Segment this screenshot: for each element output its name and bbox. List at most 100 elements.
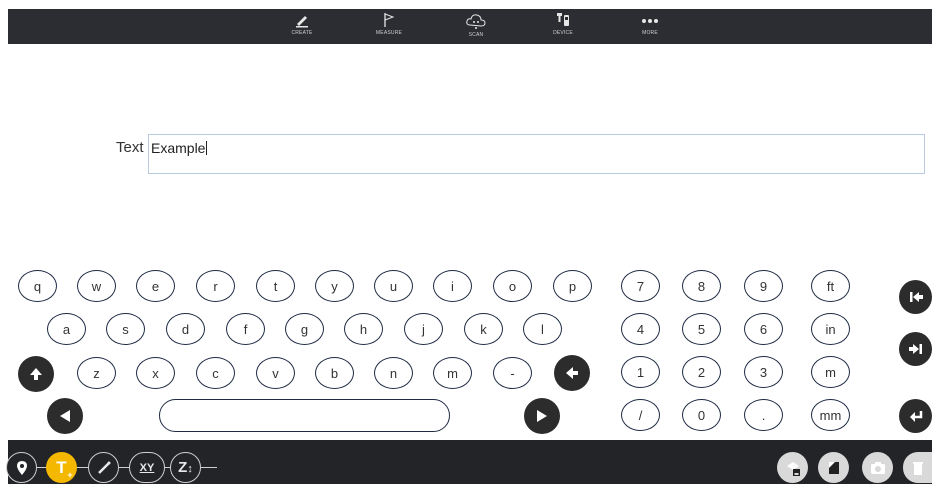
key-y[interactable]: y — [315, 270, 354, 302]
key-m-unit[interactable]: m — [811, 356, 850, 388]
plus-mark: + — [67, 469, 73, 480]
camera-button[interactable] — [862, 452, 893, 483]
key-5[interactable]: 5 — [682, 313, 721, 345]
key-2[interactable]: 2 — [682, 356, 721, 388]
key-u[interactable]: u — [374, 270, 413, 302]
toolbar-measure-label: MEASURE — [375, 30, 403, 36]
home-key[interactable] — [899, 280, 932, 314]
key-a[interactable]: a — [47, 313, 86, 345]
device-icon — [557, 13, 569, 26]
backspace-key[interactable] — [554, 355, 590, 391]
z-tool-button[interactable]: Z↕ — [170, 452, 201, 483]
note-icon — [828, 461, 839, 474]
text-cursor — [206, 141, 208, 155]
cursor-right-key[interactable] — [524, 398, 560, 434]
key-b[interactable]: b — [315, 357, 354, 389]
camera-icon — [870, 461, 885, 474]
shift-key[interactable] — [18, 356, 54, 392]
z-elevation-icon: Z↕ — [178, 459, 193, 476]
key-c[interactable]: c — [196, 357, 235, 389]
key-k[interactable]: k — [464, 313, 503, 345]
cursor-left-key[interactable] — [47, 398, 83, 434]
toolbar-create-label: CREATE — [291, 30, 313, 36]
key-8[interactable]: 8 — [682, 270, 721, 302]
key-h[interactable]: h — [344, 313, 383, 345]
more-icon — [642, 19, 658, 23]
key-r[interactable]: r — [196, 270, 235, 302]
key-q[interactable]: q — [18, 270, 57, 302]
key-p[interactable]: p — [553, 270, 592, 302]
enter-icon — [909, 411, 922, 422]
key-in[interactable]: in — [811, 313, 850, 345]
text-input-value: Example — [151, 140, 206, 156]
note-button[interactable] — [818, 452, 849, 483]
key-w[interactable]: w — [77, 270, 116, 302]
line-measure-icon — [97, 461, 110, 474]
toolbar-device-button[interactable]: DEVICE — [533, 10, 593, 44]
toolbar-scan-button[interactable]: SCAN — [446, 10, 506, 44]
key-0[interactable]: 0 — [682, 399, 721, 431]
triangle-right-icon — [537, 410, 547, 422]
text-tool-letter: T — [56, 457, 67, 477]
arrow-left-icon — [566, 367, 578, 379]
enter-key[interactable] — [899, 399, 932, 433]
key-i[interactable]: i — [433, 270, 472, 302]
toolbar-device-label: DEVICE — [553, 30, 573, 36]
location-pin-icon — [16, 460, 27, 475]
triangle-left-icon — [60, 410, 70, 422]
line-tool-button[interactable] — [88, 452, 119, 483]
key-x[interactable]: x — [136, 357, 175, 389]
key-9[interactable]: 9 — [744, 270, 783, 302]
key-l[interactable]: l — [523, 313, 562, 345]
save-layer-button[interactable] — [777, 452, 808, 483]
skip-end-icon — [908, 344, 922, 354]
key-e[interactable]: e — [136, 270, 175, 302]
delete-icon — [912, 461, 923, 475]
key-g[interactable]: g — [285, 313, 324, 345]
xy-coordinate-icon: XY — [140, 462, 155, 474]
end-key[interactable] — [899, 332, 932, 366]
key-d[interactable]: d — [166, 313, 205, 345]
xy-label: XY — [139, 461, 155, 474]
toolbar-measure-button[interactable]: MEASURE — [359, 10, 419, 44]
key-hyphen[interactable]: - — [493, 357, 532, 389]
key-o[interactable]: o — [493, 270, 532, 302]
xy-tool-button[interactable]: XY — [129, 452, 165, 483]
z-label: Z — [178, 459, 188, 476]
key-7[interactable]: 7 — [621, 270, 660, 302]
pencil-icon — [296, 16, 308, 28]
window-top-strip — [0, 0, 932, 9]
key-4[interactable]: 4 — [621, 313, 660, 345]
flag-icon — [384, 13, 395, 27]
arrow-up-icon — [30, 368, 42, 380]
key-j[interactable]: j — [404, 313, 443, 345]
key-m[interactable]: m — [433, 357, 472, 389]
cloud-icon — [466, 14, 486, 29]
key-f[interactable]: f — [226, 313, 265, 345]
key-s[interactable]: s — [106, 313, 145, 345]
text-input[interactable]: Example — [148, 134, 925, 174]
key-z[interactable]: z — [77, 357, 116, 389]
text-add-icon: T + — [56, 457, 72, 480]
key-v[interactable]: v — [256, 357, 295, 389]
key-ft[interactable]: ft — [811, 270, 850, 302]
key-6[interactable]: 6 — [744, 313, 783, 345]
toolbar-more-button[interactable]: MORE — [620, 10, 680, 44]
key-n[interactable]: n — [374, 357, 413, 389]
text-tool-button[interactable]: T + — [46, 452, 77, 483]
location-tool-button[interactable] — [6, 452, 37, 483]
key-slash[interactable]: / — [621, 399, 660, 431]
text-field-label: Text — [116, 139, 144, 156]
key-1[interactable]: 1 — [621, 356, 660, 388]
skip-start-icon — [909, 292, 923, 302]
space-key[interactable] — [159, 399, 450, 432]
key-dot[interactable]: . — [744, 399, 783, 431]
key-t[interactable]: t — [256, 270, 295, 302]
updown-arrow: ↕ — [187, 463, 193, 475]
toolbar-create-button[interactable]: CREATE — [272, 10, 332, 44]
top-toolbar: CREATE MEASURE SCAN DEVICE MORE — [8, 9, 932, 44]
toolbar-scan-label: SCAN — [468, 32, 484, 38]
delete-button[interactable] — [903, 452, 932, 483]
key-3[interactable]: 3 — [744, 356, 783, 388]
key-mm[interactable]: mm — [811, 399, 850, 431]
